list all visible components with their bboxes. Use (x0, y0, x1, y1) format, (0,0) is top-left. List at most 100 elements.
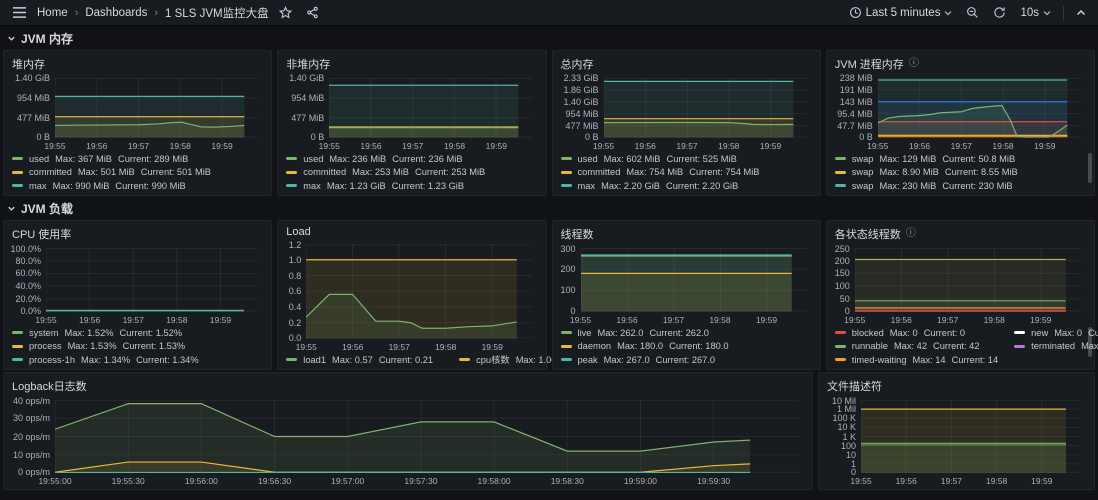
x-tick-label: 19:56:00 (185, 476, 218, 486)
plot-area[interactable] (55, 400, 799, 473)
chart-heap-memory[interactable]: 1.40 GiB954 MiB477 MiB0 B19:5519:5619:57… (10, 75, 265, 151)
legend-item-terminated[interactable]: terminatedMax: 0Current: 0 (1014, 340, 1098, 353)
panel-title-heap-memory[interactable]: 堆内存 (10, 55, 265, 75)
legend-item-max[interactable]: maxMax: 990 MiBCurrent: 990 MiB (12, 180, 263, 193)
y-tick-label: 0.8 (289, 271, 302, 281)
x-axis-labels: 19:55:0019:55:3019:56:0019:56:3019:57:00… (55, 474, 799, 486)
legend-item-used[interactable]: usedMax: 367 MiBCurrent: 289 MiB (12, 153, 263, 166)
legend-item-used[interactable]: usedMax: 236 MiBCurrent: 236 MiB (286, 153, 537, 166)
legend-swatch (561, 358, 572, 361)
legend-item-peak[interactable]: peakMax: 267.0Current: 267.0 (561, 354, 812, 367)
panel-title-load[interactable]: Load (284, 225, 539, 241)
x-tick-label: 19:56 (891, 315, 912, 325)
legend-item-process[interactable]: processMax: 1.53%Current: 1.53% (12, 340, 263, 353)
breadcrumb-dashboards[interactable]: Dashboards (85, 7, 147, 19)
plot-area[interactable] (878, 78, 1081, 138)
panel-title-logback-logs[interactable]: Logback日志数 (10, 377, 806, 397)
y-tick-label: 200 (835, 256, 850, 266)
plot-area[interactable] (55, 78, 258, 138)
legend-item-used[interactable]: usedMax: 602 MiBCurrent: 525 MiB (561, 153, 812, 166)
legend-item-timed-waiting[interactable]: timed-waitingMax: 14Current: 14 (835, 354, 998, 367)
legend-item-committed[interactable]: committedMax: 501 MiBCurrent: 501 MiB (12, 166, 263, 179)
info-icon[interactable]: ⓘ (906, 229, 916, 239)
x-tick-label: 19:59 (211, 141, 232, 151)
legend-current-value: Current: 2.20 GiB (666, 180, 738, 193)
row-header-1[interactable]: JVM 负载 (0, 199, 1098, 218)
panel-title-cpu-usage[interactable]: CPU 使用率 (10, 225, 265, 245)
legend-swatch (835, 171, 846, 174)
plot-area[interactable] (46, 248, 258, 312)
x-tick-label: 19:59:30 (697, 476, 730, 486)
chart-logback-logs[interactable]: 40 ops/m30 ops/m20 ops/m10 ops/m0 ops/m1… (10, 397, 806, 486)
legend-current-value: Current: 262.0 (649, 327, 708, 340)
panel-title-non-heap-memory[interactable]: 非堆内存 (284, 55, 539, 75)
legend-item-blocked[interactable]: blockedMax: 0Current: 0 (835, 327, 998, 340)
chart-process-memory[interactable]: 238 MiB191 MiB143 MiB95.4 MiB47.7 MiB0 B… (833, 75, 1088, 151)
legend-item-live[interactable]: liveMax: 262.0Current: 262.0 (561, 327, 812, 340)
legend-item-swap[interactable]: swapMax: 230 MiBCurrent: 230 MiB (835, 180, 1086, 193)
plot-area[interactable] (581, 248, 807, 312)
panel-file-descriptors: 文件描述符10 Mil1 Mil100 K10 K1 K100101019:55… (818, 372, 1095, 490)
legend-swatch (12, 331, 23, 334)
x-tick-label: 19:55 (44, 141, 65, 151)
x-tick-label: 19:58 (444, 141, 465, 151)
legend-current-value: Current: 267.0 (656, 354, 715, 367)
legend-item-process-1h[interactable]: process-1hMax: 1.34%Current: 1.34% (12, 354, 263, 367)
chart-thread-count[interactable]: 300200100019:5519:5619:5719:5819:59 (559, 245, 814, 325)
row-header-0[interactable]: JVM 内存 (0, 29, 1098, 48)
legend-item-swap[interactable]: swapMax: 129 MiBCurrent: 50.8 MiB (835, 153, 1086, 166)
panel-title-total-memory[interactable]: 总内存 (559, 55, 814, 75)
plot-area[interactable] (329, 78, 532, 138)
menu-icon[interactable] (8, 4, 31, 21)
info-icon[interactable]: ⓘ (909, 59, 919, 69)
plot-area[interactable] (861, 400, 1081, 473)
refresh-icon[interactable] (989, 4, 1010, 21)
x-tick-label: 19:58:00 (478, 476, 511, 486)
star-icon[interactable] (275, 4, 296, 21)
legend-item-runnable[interactable]: runnableMax: 42Current: 42 (835, 340, 998, 353)
plot-area[interactable] (306, 244, 532, 339)
chart-file-descriptors[interactable]: 10 Mil1 Mil100 K10 K1 K100101019:5519:56… (825, 397, 1088, 486)
legend-item-committed[interactable]: committedMax: 754 MiBCurrent: 754 MiB (561, 166, 812, 179)
y-tick-label: 200 (560, 264, 575, 274)
breadcrumb-home[interactable]: Home (37, 7, 68, 19)
panel-title-file-descriptors[interactable]: 文件描述符 (825, 377, 1088, 397)
legend-series-name: max (29, 180, 47, 193)
legend-swatch (286, 171, 297, 174)
legend-max-value: Max: 754 MiB (626, 166, 683, 179)
refresh-interval-dropdown[interactable]: 10s (1016, 5, 1055, 21)
legend-item-max[interactable]: maxMax: 2.20 GiBCurrent: 2.20 GiB (561, 180, 812, 193)
plot-area[interactable] (604, 78, 807, 138)
panel-title-process-memory[interactable]: JVM 进程内存ⓘ (833, 55, 1088, 75)
panel-title-thread-states[interactable]: 各状态线程数ⓘ (833, 225, 1088, 245)
x-tick-label: 19:58 (992, 141, 1013, 151)
legend-scrollbar[interactable] (1088, 153, 1092, 183)
legend-item-max[interactable]: maxMax: 1.23 GiBCurrent: 1.23 GiB (286, 180, 537, 193)
y-tick-label: 40 ops/m (13, 396, 50, 406)
share-icon[interactable] (302, 4, 323, 21)
x-tick-label: 19:58 (709, 315, 730, 325)
chart-thread-states[interactable]: 25020015010050019:5519:5619:5719:5819:59 (833, 245, 1088, 325)
legend-current-value: Current: 0 (924, 327, 965, 340)
legend-item-system[interactable]: systemMax: 1.52%Current: 1.52% (12, 327, 263, 340)
chart-total-memory[interactable]: 2.33 GiB1.86 GiB1.40 GiB954 MiB477 MiB0 … (559, 75, 814, 151)
legend-item-new[interactable]: newMax: 0Current: 0 (1014, 327, 1098, 340)
plot-area[interactable] (855, 248, 1081, 312)
legend-current-value: Current: 1.34% (136, 354, 199, 367)
legend-swatch (12, 358, 23, 361)
collapse-navbar-icon[interactable] (1072, 7, 1090, 18)
chart-non-heap-memory[interactable]: 1.40 GiB954 MiB477 MiB0 B19:5519:5619:57… (284, 75, 539, 151)
legend-scrollbar[interactable] (1088, 327, 1092, 357)
x-tick-label: 19:59 (1031, 476, 1052, 486)
legend-item-daemon[interactable]: daemonMax: 180.0Current: 180.0 (561, 340, 812, 353)
legend-item-swap[interactable]: swapMax: 8.90 MiBCurrent: 8.55 MiB (835, 166, 1086, 179)
zoom-out-icon[interactable] (962, 4, 983, 21)
chart-cpu-usage[interactable]: 100.0%80.0%60.0%40.0%20.0%0.0%19:5519:56… (10, 245, 265, 325)
time-range-picker[interactable]: Last 5 minutes (845, 4, 957, 21)
panel-title-thread-count[interactable]: 线程数 (559, 225, 814, 245)
legend-item-committed[interactable]: committedMax: 253 MiBCurrent: 253 MiB (286, 166, 537, 179)
legend-item-load1[interactable]: load1Max: 0.57Current: 0.21 (286, 354, 433, 367)
chevron-down-icon (944, 10, 952, 16)
legend-max-value: Max: 230 MiB (879, 180, 936, 193)
chart-load[interactable]: 1.21.00.80.60.40.20.019:5519:5619:5719:5… (284, 241, 539, 352)
